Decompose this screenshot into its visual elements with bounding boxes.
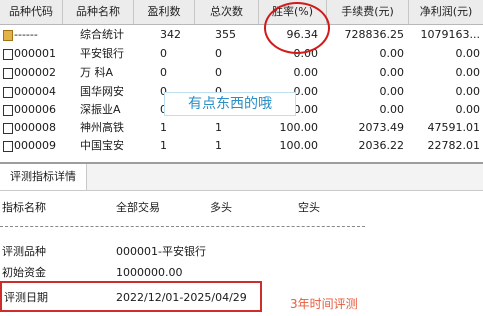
detail-col-header-all: 全部交易 [116,201,160,214]
checkbox-icon[interactable] [3,123,13,134]
detail-row-value: 000001-平安银行 [116,245,206,258]
cell-name: 平安银行 [80,47,124,60]
cell-winrate: 0.00 [293,47,319,60]
detail-row-label: 评测日期 [4,291,48,304]
cell-code: 000009 [14,139,56,152]
cell-total: 1 [215,121,222,134]
detail-row-label: 初始资金 [2,266,46,279]
table-row[interactable]: 000001 平安银行 0 0 0.00 0.00 0.00 [0,45,483,63]
cell-name: 深振业A [80,103,121,116]
cell-winrate: 0.00 [293,66,319,79]
col-header-profit[interactable]: 净利润(元) [409,0,483,24]
cell-total: 1 [215,139,222,152]
detail-col-header-long: 多头 [210,201,232,214]
detail-col-header-metric: 指标名称 [2,201,46,214]
detail-row-value: 1000000.00 [116,266,183,279]
cell-fee: 2073.49 [358,121,405,134]
cell-total: 355 [215,28,236,41]
col-header-winrate[interactable]: 胜率(%) [259,0,327,24]
detail-row-label: 评测品种 [2,245,46,258]
cell-name: 中国宝安 [80,139,124,152]
cell-profit: 22782.01 [427,139,481,152]
col-header-code[interactable]: 品种代码 [0,0,63,24]
cell-fee: 0.00 [379,47,405,60]
cell-total: 0 [215,47,222,60]
cell-winrate: 100.00 [279,121,319,134]
checkbox-icon[interactable] [3,87,13,98]
cell-wins: 0 [160,47,167,60]
footer-annotation: 3年时间评测 [290,297,358,311]
cell-fee: 2036.22 [358,139,405,152]
col-header-fee[interactable]: 手续费(元) [327,0,409,24]
cell-wins: 0 [160,66,167,79]
cell-profit: 0.00 [455,103,481,116]
cell-code: 000006 [14,103,56,116]
detail-separator [0,226,365,227]
cell-name: 万 科A [80,66,114,79]
cell-name: 国华网安 [80,85,124,98]
checkbox-icon[interactable] [3,68,13,79]
detail-col-header-short: 空头 [298,201,320,214]
checkbox-icon[interactable] [3,49,13,60]
cell-wins: 1 [160,139,167,152]
cell-profit: 1079163... [420,28,480,41]
cell-name: 综合统计 [80,28,124,41]
table-row-summary[interactable]: ------ 综合统计 342 355 96.34 728836.25 1079… [0,26,483,44]
detail-row-value: 2022/12/01-2025/04/29 [116,291,247,304]
checkbox-icon[interactable] [3,105,13,116]
col-header-name[interactable]: 品种名称 [63,0,134,24]
col-header-total[interactable]: 总次数 [195,0,259,24]
summary-folder-icon [3,30,13,41]
detail-tab-bar: 评测指标详情 [0,164,483,191]
overlay-annotation-label: 有点东西的哦 [164,92,296,116]
cell-winrate: 100.00 [279,139,319,152]
backtest-results-grid: 品种代码 品种名称 盈利数 总次数 胜率(%) 手续费(元) 净利润(元) --… [0,0,483,160]
cell-winrate: 96.34 [286,28,319,41]
tab-evaluation-details[interactable]: 评测指标详情 [0,164,87,190]
cell-profit: 0.00 [455,85,481,98]
cell-fee: 0.00 [379,66,405,79]
cell-fee: 0.00 [379,85,405,98]
cell-code: 000001 [14,47,56,60]
cell-code: ------ [14,28,38,41]
cell-code: 000004 [14,85,56,98]
cell-wins: 1 [160,121,167,134]
cell-total: 0 [215,66,222,79]
table-row[interactable]: 000002 万 科A 0 0 0.00 0.00 0.00 [0,64,483,82]
cell-fee: 0.00 [379,103,405,116]
checkbox-icon[interactable] [3,141,13,152]
cell-code: 000008 [14,121,56,134]
cell-name: 神州高铁 [80,121,124,134]
table-row[interactable]: 000009 中国宝安 1 1 100.00 2036.22 22782.01 [0,137,483,155]
table-row[interactable]: 000008 神州高铁 1 1 100.00 2073.49 47591.01 [0,119,483,137]
cell-fee: 728836.25 [344,28,405,41]
grid-header: 品种代码 品种名称 盈利数 总次数 胜率(%) 手续费(元) 净利润(元) [0,0,483,25]
cell-profit: 0.00 [455,66,481,79]
cell-wins: 342 [160,28,181,41]
cell-profit: 0.00 [455,47,481,60]
cell-profit: 47591.01 [427,121,481,134]
cell-code: 000002 [14,66,56,79]
col-header-wins[interactable]: 盈利数 [134,0,195,24]
